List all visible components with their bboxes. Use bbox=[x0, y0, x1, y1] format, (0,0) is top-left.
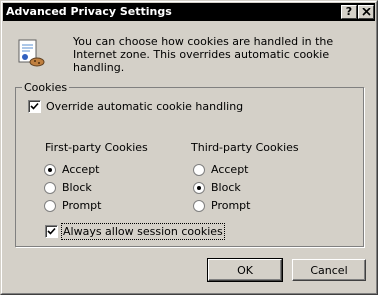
third-party-block-radio[interactable]: Block bbox=[193, 181, 241, 194]
cookies-group-label: Cookies bbox=[22, 81, 70, 94]
title-bar[interactable]: Advanced Privacy Settings ? bbox=[3, 3, 375, 21]
first-party-accept-radio[interactable]: Accept bbox=[44, 163, 100, 176]
checkmark-icon bbox=[30, 102, 39, 110]
radio-selected-icon bbox=[44, 163, 56, 176]
help-button[interactable]: ? bbox=[341, 5, 357, 19]
close-icon bbox=[361, 7, 371, 16]
radio-icon bbox=[44, 199, 56, 212]
session-cookies-checkbox-box[interactable] bbox=[45, 225, 58, 238]
advanced-privacy-settings-dialog: Advanced Privacy Settings ? You can choo… bbox=[0, 0, 378, 295]
override-checkbox[interactable]: Override automatic cookie handling bbox=[28, 100, 243, 113]
third-party-block-label: Block bbox=[211, 181, 241, 194]
override-checkbox-label: Override automatic cookie handling bbox=[46, 100, 244, 113]
first-party-block-label: Block bbox=[62, 181, 92, 194]
override-checkbox-box[interactable] bbox=[28, 100, 41, 113]
privacy-document-icon bbox=[18, 39, 45, 67]
third-party-accept-label: Accept bbox=[211, 163, 249, 176]
third-party-header: Third-party Cookies bbox=[191, 141, 299, 154]
radio-selected-icon bbox=[193, 181, 205, 194]
description-text: You can choose how cookies are handled i… bbox=[73, 35, 334, 74]
first-party-header: First-party Cookies bbox=[45, 141, 148, 154]
third-party-prompt-label: Prompt bbox=[211, 199, 251, 212]
cancel-button[interactable]: Cancel bbox=[292, 259, 366, 281]
ok-button[interactable]: OK bbox=[207, 258, 283, 282]
first-party-prompt-radio[interactable]: Prompt bbox=[44, 199, 101, 212]
radio-icon bbox=[44, 181, 56, 194]
first-party-prompt-label: Prompt bbox=[62, 199, 102, 212]
third-party-accept-radio[interactable]: Accept bbox=[193, 163, 249, 176]
first-party-accept-label: Accept bbox=[62, 163, 100, 176]
session-cookies-label: Always allow session cookies bbox=[61, 223, 225, 240]
third-party-prompt-radio[interactable]: Prompt bbox=[193, 199, 250, 212]
session-cookies-checkbox[interactable]: Always allow session cookies bbox=[45, 223, 225, 240]
close-button[interactable] bbox=[358, 5, 374, 19]
window-title: Advanced Privacy Settings bbox=[6, 5, 172, 18]
checkmark-icon bbox=[47, 227, 56, 235]
radio-icon bbox=[193, 163, 205, 176]
first-party-block-radio[interactable]: Block bbox=[44, 181, 92, 194]
radio-icon bbox=[193, 199, 205, 212]
